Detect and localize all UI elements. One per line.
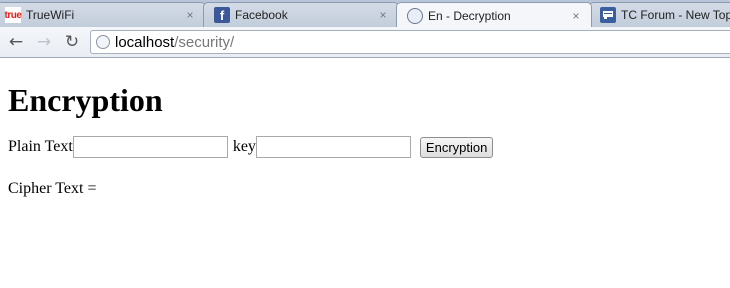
tab-title: TrueWiFi <box>26 8 75 22</box>
tab-truewifi[interactable]: true TrueWiFi × <box>0 2 206 27</box>
url-host: localhost <box>115 33 175 51</box>
tab-title: En - Decryption <box>428 8 511 23</box>
reload-icon[interactable]: ↻ <box>61 31 83 53</box>
page-title: Encryption <box>8 82 163 118</box>
tab-title: TC Forum - New Top <box>621 8 730 22</box>
address-bar[interactable]: localhost/security/ <box>90 30 730 54</box>
plain-text-label: Plain Text <box>8 138 73 155</box>
cipher-text-output: Cipher Text = <box>8 180 97 197</box>
encryption-button[interactable]: Encryption <box>419 136 494 158</box>
key-label: key <box>232 138 256 155</box>
key-input[interactable] <box>255 136 411 158</box>
tab-tc-forum[interactable]: TC Forum - New Top <box>589 2 730 27</box>
forum-icon <box>600 7 616 23</box>
tab-en-decryption[interactable]: En - Decryption × <box>396 2 592 27</box>
back-icon[interactable]: ← <box>5 31 27 53</box>
facebook-icon: f <box>214 7 230 23</box>
address-url: localhost/security/ <box>115 34 234 51</box>
globe-icon <box>407 7 423 24</box>
forum-icon-graphic <box>603 11 613 19</box>
browser-toolbar: ← → ↻ localhost/security/ <box>0 27 730 58</box>
tab-title: Facebook <box>235 8 288 22</box>
plain-text-input[interactable] <box>72 136 228 158</box>
close-icon[interactable]: × <box>183 8 197 22</box>
page-content: Encryption Plain Text key Encryption Cip… <box>8 60 722 198</box>
close-icon[interactable]: × <box>376 8 390 22</box>
tab-strip: true TrueWiFi × f Facebook × En - Decryp… <box>0 0 730 27</box>
true-logo-icon: true <box>5 7 22 23</box>
url-path: /security/ <box>174 33 235 51</box>
page-info-icon[interactable] <box>96 35 110 49</box>
forward-icon[interactable]: → <box>33 31 55 53</box>
close-icon[interactable]: × <box>569 9 583 23</box>
tab-facebook[interactable]: f Facebook × <box>203 2 399 27</box>
encryption-form: Plain Text key Encryption <box>8 136 722 158</box>
